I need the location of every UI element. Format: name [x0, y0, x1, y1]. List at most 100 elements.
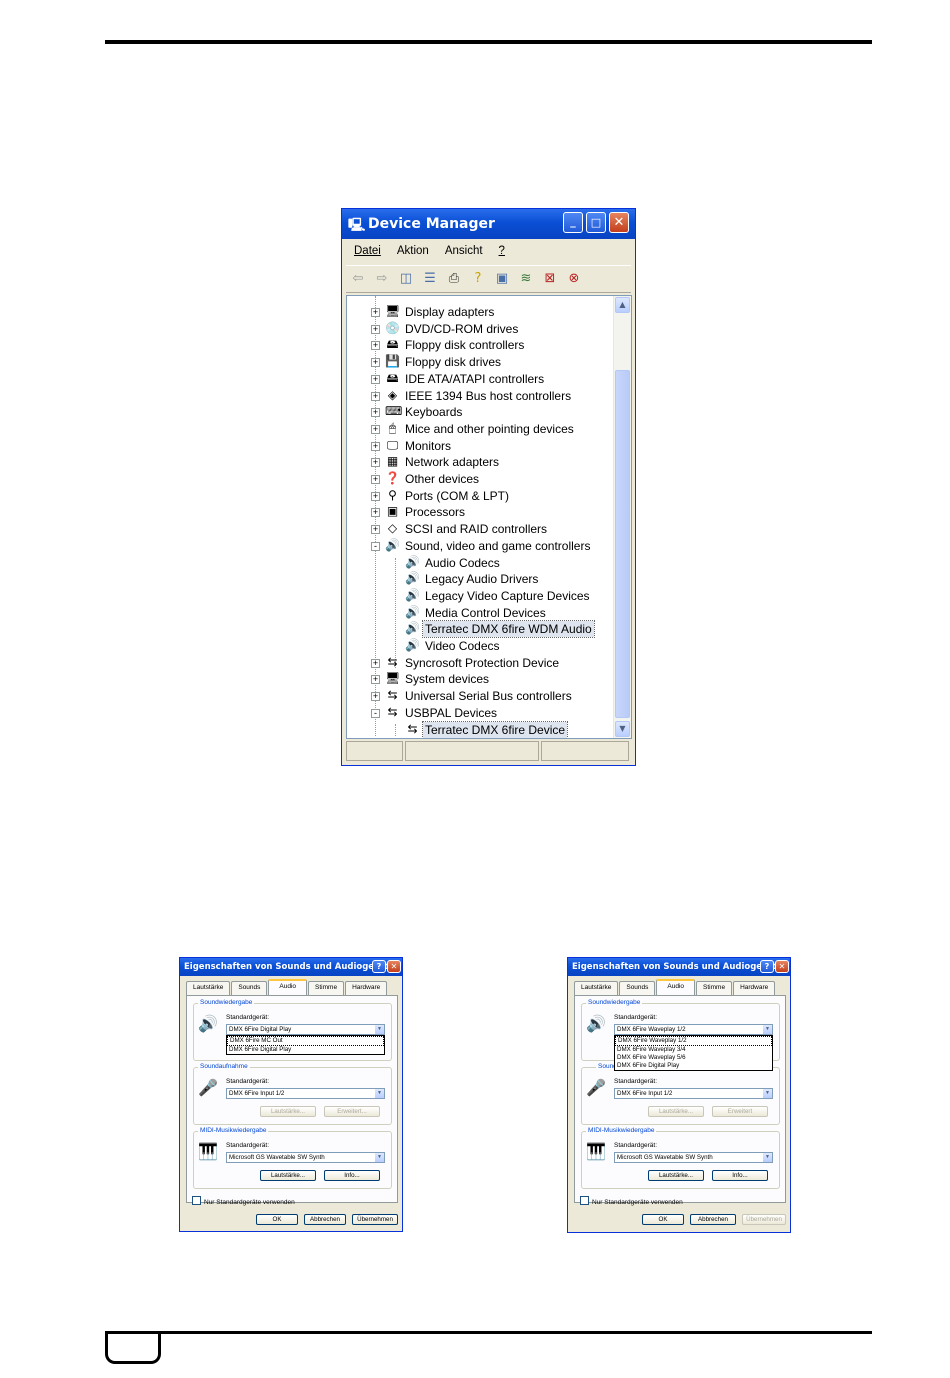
- tab-audio[interactable]: Audio: [268, 979, 308, 995]
- default-devices-checkbox[interactable]: Nur Standardgeräte verwenden: [580, 1196, 683, 1206]
- expand-icon[interactable]: +: [371, 358, 380, 368]
- expand-icon[interactable]: +: [371, 374, 380, 384]
- midi-device-select[interactable]: Microsoft GS Wavetable SW Synth ▼: [226, 1152, 385, 1163]
- tree-node[interactable]: ⇆ Terratec DMX 6fire Device: [347, 720, 615, 738]
- tree-node[interactable]: + 🖴 Floppy disk controllers: [347, 337, 615, 353]
- tree-node[interactable]: + ❓ Other devices: [347, 471, 615, 487]
- dropdown-option[interactable]: DMX 6Fire MC Out: [227, 1036, 384, 1046]
- tree-node[interactable]: + 🖵 Monitors: [347, 438, 615, 454]
- chevron-down-icon[interactable]: ▼: [763, 1089, 772, 1098]
- device-manager-titlebar[interactable]: 🖳 Device Manager _ □ ✕: [342, 209, 635, 239]
- expand-icon[interactable]: +: [371, 491, 380, 501]
- tree-node[interactable]: 🔊 Media Control Devices: [347, 605, 615, 621]
- chevron-down-icon[interactable]: ▼: [763, 1025, 772, 1034]
- close-button[interactable]: ✕: [609, 212, 629, 233]
- tab-audio[interactable]: Audio: [656, 979, 696, 995]
- expand-icon[interactable]: +: [371, 508, 380, 518]
- playback-device-select[interactable]: DMX 6Fire Waveplay 1/2 ▼: [614, 1024, 773, 1035]
- expand-icon[interactable]: +: [371, 525, 380, 535]
- expand-icon[interactable]: +: [371, 441, 380, 451]
- tree-node[interactable]: + 🖥 System devices: [347, 671, 615, 687]
- checkbox-box[interactable]: [192, 1196, 201, 1205]
- midi-volume-button[interactable]: Lautstärke...: [260, 1170, 316, 1181]
- default-devices-checkbox[interactable]: Nur Standardgeräte verwenden: [192, 1196, 295, 1206]
- scroll-down-icon[interactable]: ▼: [615, 721, 630, 737]
- tab-hardware[interactable]: Hardware: [345, 981, 388, 995]
- collapse-icon[interactable]: -: [371, 541, 380, 551]
- help-button[interactable]: ?: [372, 960, 386, 973]
- dropdown-option[interactable]: DMX 6Fire Waveplay 5/6: [615, 1054, 772, 1062]
- tree-node[interactable]: + ⇆ Syncrosoft Protection Device: [347, 655, 615, 671]
- tree-node[interactable]: + ◇ SCSI and RAID controllers: [347, 521, 615, 537]
- ok-button[interactable]: OK: [256, 1214, 298, 1225]
- chevron-down-icon[interactable]: ▼: [375, 1025, 384, 1034]
- tree-node[interactable]: 🔊 Legacy Audio Drivers: [347, 571, 615, 587]
- show-hide-tree-icon[interactable]: ◫: [398, 271, 414, 287]
- menu-aktion[interactable]: Aktion: [397, 245, 429, 263]
- tree-node[interactable]: 🔊 Video Codecs: [347, 638, 615, 654]
- tree-node[interactable]: + ⌨ Keyboards: [347, 404, 615, 420]
- record-advanced-button[interactable]: Erweitert: [712, 1106, 768, 1117]
- record-advanced-button[interactable]: Erweitert...: [324, 1106, 380, 1117]
- update-driver-icon[interactable]: ≋: [518, 271, 534, 287]
- disable-device-icon[interactable]: ⊠: [542, 271, 558, 287]
- dropdown-option[interactable]: DMX 6Fire Digital Play: [615, 1062, 772, 1070]
- tree-node[interactable]: 🔊 Legacy Video Capture Devices: [347, 588, 615, 604]
- expand-icon[interactable]: +: [371, 458, 380, 468]
- expand-icon[interactable]: +: [371, 308, 380, 317]
- tree-node[interactable]: + 🖴 IDE ATA/ATAPI controllers: [347, 371, 615, 387]
- tree-node[interactable]: + 💿 DVD/CD-ROM drives: [347, 321, 615, 337]
- tree-node[interactable]: + ⇆ Universal Serial Bus controllers: [347, 688, 615, 704]
- record-device-select[interactable]: DMX 6Fire Input 1/2 ▼: [226, 1088, 385, 1099]
- tree-node[interactable]: - ⇆ USBPAL Devices: [347, 705, 615, 721]
- tree-node[interactable]: 🔊 Audio Codecs: [347, 555, 615, 571]
- cancel-button[interactable]: Abbrechen: [304, 1214, 346, 1225]
- midi-info-button[interactable]: Info...: [712, 1170, 768, 1181]
- dialog-titlebar[interactable]: Eigenschaften von Sounds und Audiogeräte…: [568, 958, 790, 976]
- print-icon[interactable]: ⎙: [446, 271, 462, 287]
- tab-sounds[interactable]: Sounds: [619, 981, 656, 995]
- collapse-icon[interactable]: -: [371, 708, 380, 718]
- tree-node[interactable]: + 💾 Floppy disk drives: [347, 354, 615, 370]
- minimize-button[interactable]: _: [563, 212, 583, 233]
- dropdown-option[interactable]: DMX 6Fire Digital Play: [227, 1046, 384, 1054]
- tab-stimme[interactable]: Stimme: [308, 981, 345, 995]
- expand-icon[interactable]: +: [371, 675, 380, 685]
- expand-icon[interactable]: +: [371, 424, 380, 434]
- vertical-scrollbar[interactable]: ▲ ▼: [613, 296, 631, 738]
- expand-icon[interactable]: +: [371, 408, 380, 418]
- tree-node[interactable]: 🔊 Terratec DMX 6fire WDM Audio: [347, 620, 615, 639]
- expand-icon[interactable]: +: [371, 475, 380, 484]
- chevron-down-icon[interactable]: ▼: [375, 1089, 384, 1098]
- checkbox-box[interactable]: [580, 1196, 589, 1205]
- scroll-up-icon[interactable]: ▲: [615, 297, 630, 313]
- dropdown-option[interactable]: DMX 6Fire Waveplay 1/2: [615, 1036, 772, 1046]
- expand-icon[interactable]: +: [371, 324, 380, 334]
- midi-volume-button[interactable]: Lautstärke...: [648, 1170, 704, 1181]
- tree-node[interactable]: + ▦ Network adapters: [347, 454, 615, 470]
- apply-button[interactable]: Übernehmen: [352, 1214, 398, 1225]
- help-icon[interactable]: ?: [470, 271, 486, 287]
- apply-button[interactable]: Übernehmen: [742, 1214, 786, 1225]
- cancel-button[interactable]: Abbrechen: [690, 1214, 736, 1225]
- record-device-select[interactable]: DMX 6Fire Input 1/2 ▼: [614, 1088, 773, 1099]
- tree-node[interactable]: + ⚲ Ports (COM & LPT): [347, 488, 615, 504]
- playback-device-select[interactable]: DMX 6Fire Digital Play ▼: [226, 1024, 385, 1035]
- expand-icon[interactable]: +: [371, 658, 380, 668]
- scroll-thumb[interactable]: [615, 370, 630, 718]
- dropdown-option[interactable]: DMX 6Fire Waveplay 3/4: [615, 1046, 772, 1054]
- tab-stimme[interactable]: Stimme: [696, 981, 733, 995]
- record-volume-button[interactable]: Lautstärke...: [648, 1106, 704, 1117]
- midi-device-select[interactable]: Microsoft GS Wavetable SW Synth ▼: [614, 1152, 773, 1163]
- menu-ansicht[interactable]: Ansicht: [445, 245, 483, 263]
- tree-node[interactable]: + ▣ Processors: [347, 504, 615, 520]
- tab-lautstaerke[interactable]: Lautstärke: [186, 981, 231, 995]
- tab-lautstaerke[interactable]: Lautstärke: [574, 981, 619, 995]
- chevron-down-icon[interactable]: ▼: [375, 1153, 384, 1162]
- help-button[interactable]: ?: [760, 960, 774, 973]
- back-arrow-icon[interactable]: ⇦: [350, 271, 366, 287]
- maximize-button[interactable]: □: [586, 212, 606, 233]
- menu-datei[interactable]: Datei: [354, 245, 381, 263]
- close-button[interactable]: ✕: [775, 960, 789, 973]
- midi-info-button[interactable]: Info...: [324, 1170, 380, 1181]
